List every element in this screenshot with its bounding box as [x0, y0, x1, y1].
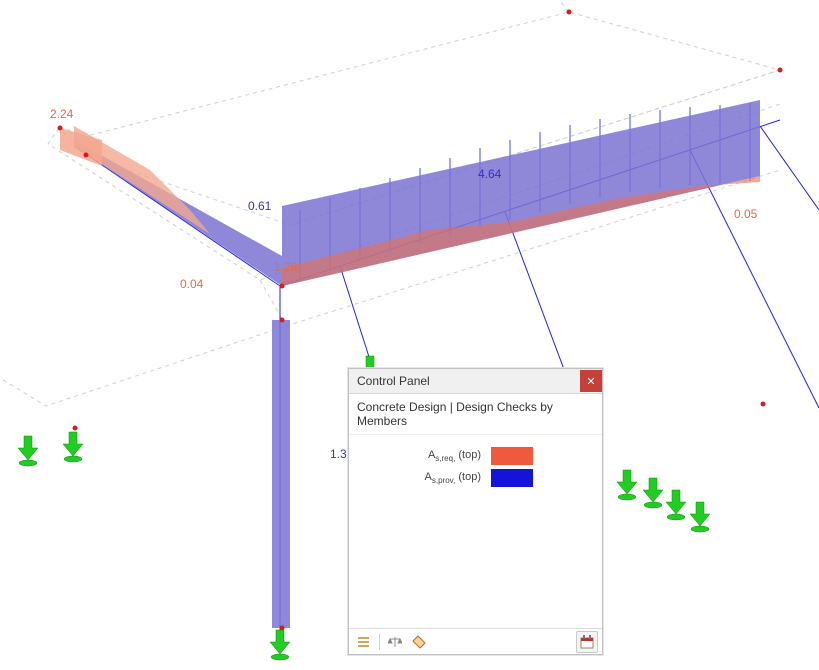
value-label: 0.61 [248, 199, 272, 213]
balance-icon[interactable] [384, 631, 406, 653]
legend-row: As,req, (top) [401, 447, 590, 465]
value-label: 4.64 [478, 167, 502, 181]
panel-subtitle: Concrete Design | Design Checks by Membe… [349, 394, 602, 435]
calendar-icon[interactable] [576, 631, 598, 653]
legend-label: As,prov, (top) [401, 471, 481, 485]
panel-title: Control Panel [357, 374, 430, 388]
value-label: 1.26 [274, 260, 298, 274]
value-label: 0.04 [180, 277, 204, 291]
tag-icon[interactable] [408, 631, 430, 653]
value-label: 2.24 [50, 107, 74, 121]
legend-label: As,req, (top) [401, 449, 481, 463]
list-icon[interactable] [353, 631, 375, 653]
legend: As,req, (top) As,prov, (top) [389, 435, 602, 503]
legend-row: As,prov, (top) [401, 469, 590, 487]
legend-swatch [491, 447, 533, 465]
panel-toolbar [349, 628, 602, 655]
panel-header[interactable]: Control Panel ✕ [349, 369, 602, 394]
value-label: 0.05 [734, 207, 758, 221]
legend-swatch [491, 469, 533, 487]
control-panel[interactable]: Control Panel ✕ Concrete Design | Design… [348, 368, 603, 655]
close-button[interactable]: ✕ [580, 370, 602, 392]
